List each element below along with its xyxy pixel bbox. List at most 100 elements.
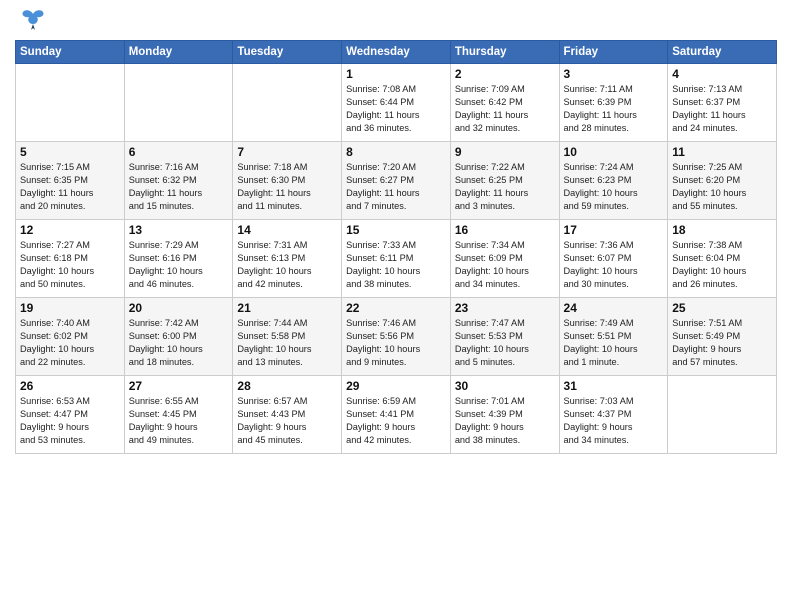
day-info: Sunrise: 7:38 AM Sunset: 6:04 PM Dayligh… xyxy=(672,239,772,291)
calendar-cell: 7 Sunrise: 7:18 AM Sunset: 6:30 PM Daylig… xyxy=(233,142,342,220)
day-info: Sunrise: 7:49 AM Sunset: 5:51 PM Dayligh… xyxy=(564,317,664,369)
weekday-header-thursday: Thursday xyxy=(450,41,559,64)
day-info: Sunrise: 7:08 AM Sunset: 6:44 PM Dayligh… xyxy=(346,83,446,135)
calendar-cell: 12Sunrise: 7:27 AM Sunset: 6:18 PM Dayli… xyxy=(16,220,125,298)
calendar-cell: 2Sunrise: 7:09 AM Sunset: 6:42 PM Daylig… xyxy=(450,64,559,142)
day-number: 11 xyxy=(672,145,772,159)
calendar-cell: 8 Sunrise: 7:20 AM Sunset: 6:27 PM Daylig… xyxy=(342,142,451,220)
week-row-5: 26 Sunrise: 6:53 AM Sunset: 4:47 PM Dayli… xyxy=(16,376,777,454)
day-number: 6 xyxy=(129,145,229,159)
day-info: Sunrise: 7:15 AM Sunset: 6:35 PM Dayligh… xyxy=(20,161,120,213)
day-info: Sunrise: 7:27 AM Sunset: 6:18 PM Dayligh… xyxy=(20,239,120,291)
day-info: Sunrise: 7:03 AM Sunset: 4:37 PM Dayligh… xyxy=(564,395,664,447)
day-info: Sunrise: 7:42 AM Sunset: 6:00 PM Dayligh… xyxy=(129,317,229,369)
calendar-cell: 29 Sunrise: 6:59 AM Sunset: 4:41 PM Dayli… xyxy=(342,376,451,454)
page: SundayMondayTuesdayWednesdayThursdayFrid… xyxy=(0,0,792,612)
day-info: Sunrise: 7:40 AM Sunset: 6:02 PM Dayligh… xyxy=(20,317,120,369)
calendar-cell: 24 Sunrise: 7:49 AM Sunset: 5:51 PM Dayli… xyxy=(559,298,668,376)
day-number: 17 xyxy=(564,223,664,237)
day-info: Sunrise: 7:36 AM Sunset: 6:07 PM Dayligh… xyxy=(564,239,664,291)
calendar-cell xyxy=(124,64,233,142)
week-row-1: 1Sunrise: 7:08 AM Sunset: 6:44 PM Daylig… xyxy=(16,64,777,142)
calendar-cell xyxy=(16,64,125,142)
calendar-cell: 30 Sunrise: 7:01 AM Sunset: 4:39 PM Dayli… xyxy=(450,376,559,454)
weekday-header-tuesday: Tuesday xyxy=(233,41,342,64)
day-number: 8 xyxy=(346,145,446,159)
calendar-cell: 27 Sunrise: 6:55 AM Sunset: 4:45 PM Dayli… xyxy=(124,376,233,454)
weekday-header-wednesday: Wednesday xyxy=(342,41,451,64)
calendar-cell: 14Sunrise: 7:31 AM Sunset: 6:13 PM Dayli… xyxy=(233,220,342,298)
calendar-cell: 26 Sunrise: 6:53 AM Sunset: 4:47 PM Dayli… xyxy=(16,376,125,454)
calendar-cell: 6 Sunrise: 7:16 AM Sunset: 6:32 PM Daylig… xyxy=(124,142,233,220)
week-row-2: 5 Sunrise: 7:15 AM Sunset: 6:35 PM Daylig… xyxy=(16,142,777,220)
calendar-cell: 9 Sunrise: 7:22 AM Sunset: 6:25 PM Daylig… xyxy=(450,142,559,220)
calendar-table: SundayMondayTuesdayWednesdayThursdayFrid… xyxy=(15,40,777,454)
header xyxy=(15,10,777,34)
day-info: Sunrise: 7:11 AM Sunset: 6:39 PM Dayligh… xyxy=(564,83,664,135)
day-number: 27 xyxy=(129,379,229,393)
logo xyxy=(15,10,47,34)
day-info: Sunrise: 7:33 AM Sunset: 6:11 PM Dayligh… xyxy=(346,239,446,291)
day-number: 29 xyxy=(346,379,446,393)
weekday-header-monday: Monday xyxy=(124,41,233,64)
calendar-cell: 22 Sunrise: 7:46 AM Sunset: 5:56 PM Dayli… xyxy=(342,298,451,376)
day-info: Sunrise: 6:55 AM Sunset: 4:45 PM Dayligh… xyxy=(129,395,229,447)
day-info: Sunrise: 7:47 AM Sunset: 5:53 PM Dayligh… xyxy=(455,317,555,369)
week-row-3: 12Sunrise: 7:27 AM Sunset: 6:18 PM Dayli… xyxy=(16,220,777,298)
day-info: Sunrise: 7:18 AM Sunset: 6:30 PM Dayligh… xyxy=(237,161,337,213)
calendar-cell: 10 Sunrise: 7:24 AM Sunset: 6:23 PM Dayli… xyxy=(559,142,668,220)
calendar-cell: 28 Sunrise: 6:57 AM Sunset: 4:43 PM Dayli… xyxy=(233,376,342,454)
day-info: Sunrise: 7:13 AM Sunset: 6:37 PM Dayligh… xyxy=(672,83,772,135)
logo-bird-icon xyxy=(19,6,47,34)
calendar-cell: 23Sunrise: 7:47 AM Sunset: 5:53 PM Dayli… xyxy=(450,298,559,376)
day-info: Sunrise: 7:20 AM Sunset: 6:27 PM Dayligh… xyxy=(346,161,446,213)
day-info: Sunrise: 7:01 AM Sunset: 4:39 PM Dayligh… xyxy=(455,395,555,447)
weekday-header-saturday: Saturday xyxy=(668,41,777,64)
calendar-cell: 18 Sunrise: 7:38 AM Sunset: 6:04 PM Dayli… xyxy=(668,220,777,298)
day-number: 31 xyxy=(564,379,664,393)
day-number: 5 xyxy=(20,145,120,159)
day-number: 4 xyxy=(672,67,772,81)
day-number: 21 xyxy=(237,301,337,315)
day-info: Sunrise: 7:09 AM Sunset: 6:42 PM Dayligh… xyxy=(455,83,555,135)
calendar-cell: 13Sunrise: 7:29 AM Sunset: 6:16 PM Dayli… xyxy=(124,220,233,298)
day-info: Sunrise: 7:22 AM Sunset: 6:25 PM Dayligh… xyxy=(455,161,555,213)
calendar-cell xyxy=(668,376,777,454)
weekday-header-sunday: Sunday xyxy=(16,41,125,64)
day-number: 26 xyxy=(20,379,120,393)
weekday-header-row: SundayMondayTuesdayWednesdayThursdayFrid… xyxy=(16,41,777,64)
day-number: 16 xyxy=(455,223,555,237)
calendar-cell: 25Sunrise: 7:51 AM Sunset: 5:49 PM Dayli… xyxy=(668,298,777,376)
weekday-header-friday: Friday xyxy=(559,41,668,64)
day-number: 7 xyxy=(237,145,337,159)
day-number: 18 xyxy=(672,223,772,237)
calendar-cell: 17 Sunrise: 7:36 AM Sunset: 6:07 PM Dayli… xyxy=(559,220,668,298)
day-info: Sunrise: 7:46 AM Sunset: 5:56 PM Dayligh… xyxy=(346,317,446,369)
calendar-cell: 20Sunrise: 7:42 AM Sunset: 6:00 PM Dayli… xyxy=(124,298,233,376)
day-info: Sunrise: 6:57 AM Sunset: 4:43 PM Dayligh… xyxy=(237,395,337,447)
calendar-cell: 11Sunrise: 7:25 AM Sunset: 6:20 PM Dayli… xyxy=(668,142,777,220)
day-info: Sunrise: 7:24 AM Sunset: 6:23 PM Dayligh… xyxy=(564,161,664,213)
calendar-cell: 5 Sunrise: 7:15 AM Sunset: 6:35 PM Daylig… xyxy=(16,142,125,220)
calendar-cell xyxy=(233,64,342,142)
day-number: 10 xyxy=(564,145,664,159)
day-number: 13 xyxy=(129,223,229,237)
calendar-cell: 31 Sunrise: 7:03 AM Sunset: 4:37 PM Dayli… xyxy=(559,376,668,454)
day-info: Sunrise: 7:34 AM Sunset: 6:09 PM Dayligh… xyxy=(455,239,555,291)
day-number: 30 xyxy=(455,379,555,393)
week-row-4: 19 Sunrise: 7:40 AM Sunset: 6:02 PM Dayli… xyxy=(16,298,777,376)
day-info: Sunrise: 6:53 AM Sunset: 4:47 PM Dayligh… xyxy=(20,395,120,447)
day-number: 25 xyxy=(672,301,772,315)
day-number: 19 xyxy=(20,301,120,315)
calendar-cell: 19 Sunrise: 7:40 AM Sunset: 6:02 PM Dayli… xyxy=(16,298,125,376)
calendar-cell: 4 Sunrise: 7:13 AM Sunset: 6:37 PM Daylig… xyxy=(668,64,777,142)
day-number: 22 xyxy=(346,301,446,315)
day-info: Sunrise: 7:16 AM Sunset: 6:32 PM Dayligh… xyxy=(129,161,229,213)
day-number: 9 xyxy=(455,145,555,159)
calendar-cell: 21Sunrise: 7:44 AM Sunset: 5:58 PM Dayli… xyxy=(233,298,342,376)
day-number: 14 xyxy=(237,223,337,237)
day-number: 24 xyxy=(564,301,664,315)
day-number: 15 xyxy=(346,223,446,237)
day-number: 28 xyxy=(237,379,337,393)
day-info: Sunrise: 6:59 AM Sunset: 4:41 PM Dayligh… xyxy=(346,395,446,447)
